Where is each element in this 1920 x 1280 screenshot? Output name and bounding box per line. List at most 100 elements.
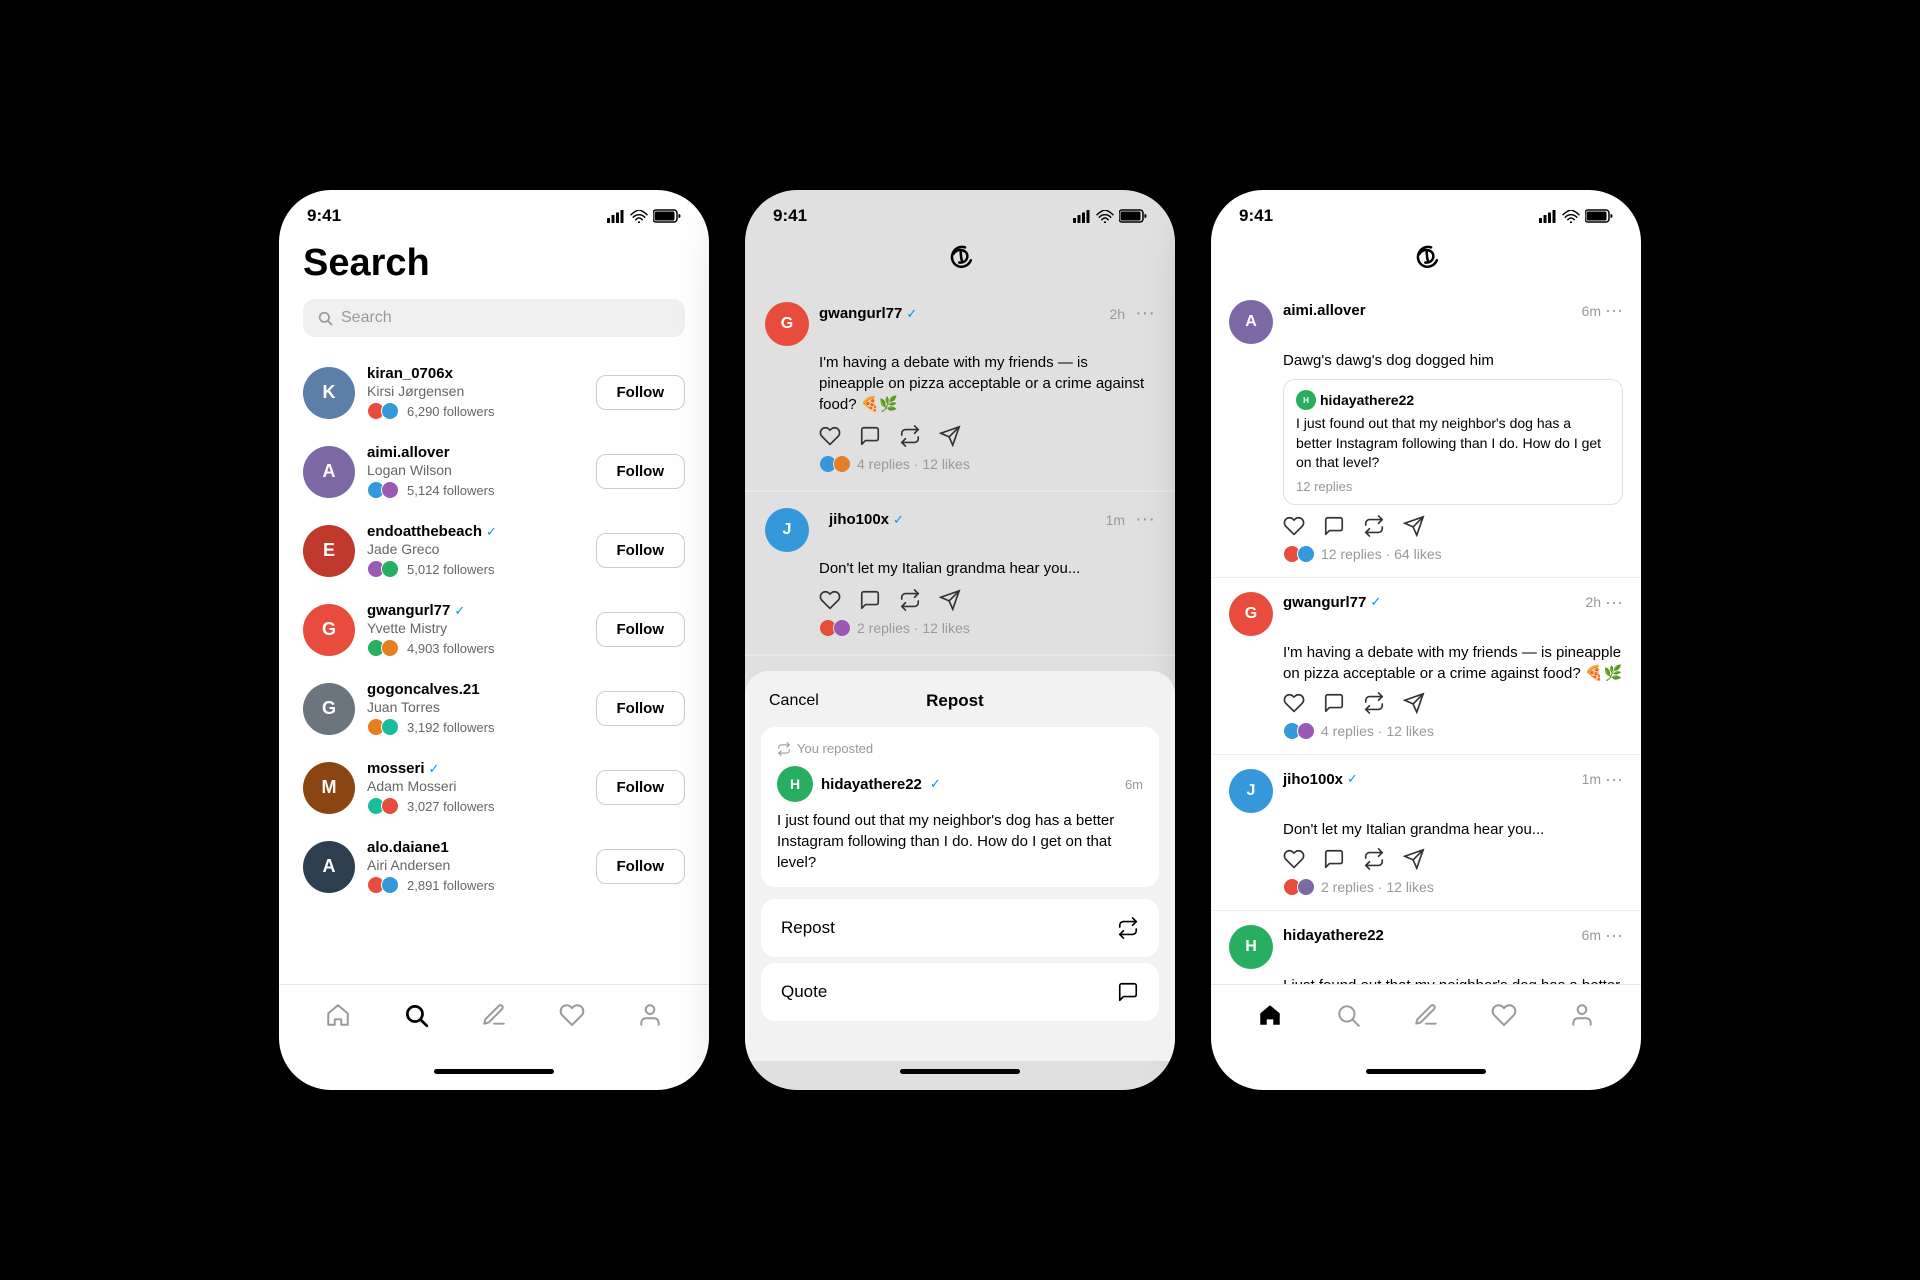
repost-btn-g[interactable] <box>899 425 921 447</box>
search-icon <box>317 310 333 326</box>
more-jiho-p3[interactable]: ··· <box>1605 769 1623 790</box>
repost-jiho-p3[interactable] <box>1363 848 1385 870</box>
more-gwang-p3[interactable]: ··· <box>1605 592 1623 613</box>
user-real-name-alo.daiane1: Airi Andersen <box>367 857 584 873</box>
user-name-mosseri: mosseri <box>367 760 425 777</box>
nav-search-3[interactable] <box>1330 997 1366 1033</box>
post-item-dim-1: G gwangurl77 ✓ 2h ··· I'm having a debat… <box>745 286 1175 490</box>
time-jiho-p3: 1m <box>1582 771 1601 787</box>
user-avatar-endoatthebeach: E <box>303 525 355 577</box>
like-btn-g[interactable] <box>819 425 841 447</box>
status-time-1: 9:41 <box>307 206 341 226</box>
user-item-aimi.allover: A aimi.allover Logan Wilson 5,124 follow… <box>279 432 709 511</box>
time-hida-p3: 6m <box>1582 927 1601 943</box>
nav-search[interactable] <box>398 997 434 1033</box>
user-info-mosseri: mosseri ✓ Adam Mosseri 3,027 followers <box>367 760 584 815</box>
stats-gwang-p3: 4 replies · 12 likes <box>1283 722 1623 740</box>
follow-button-aimi.allover[interactable]: Follow <box>596 454 686 489</box>
signal-icon-3 <box>1539 210 1557 223</box>
phone-feed-modal: 9:41 <box>745 190 1175 1090</box>
user-info-gogoncalves.21: gogoncalves.21 Juan Torres 3,192 followe… <box>367 681 584 736</box>
follow-button-kiran_0706x[interactable]: Follow <box>596 375 686 410</box>
post-more-g[interactable]: ··· <box>1135 302 1155 325</box>
user-name-endoatthebeach: endoatthebeach <box>367 523 482 540</box>
user-info-alo.daiane1: alo.daiane1 Airi Andersen 2,891 follower… <box>367 839 584 894</box>
repost-action-btn[interactable]: Repost <box>761 899 1159 957</box>
comment-jiho-p3[interactable] <box>1323 848 1345 870</box>
modal-post-avatar: H <box>777 766 813 802</box>
post-avatar-g: G <box>765 302 809 346</box>
follow-button-alo.daiane1[interactable]: Follow <box>596 849 686 884</box>
user-name-gogoncalves.21: gogoncalves.21 <box>367 681 480 698</box>
phone1-content: Search Search K kiran_0706x Kirsi J <box>279 234 709 984</box>
more-hida-p3[interactable]: ··· <box>1605 925 1623 946</box>
quote-action-btn[interactable]: Quote <box>761 963 1159 1021</box>
share-btn-j[interactable] <box>939 589 961 611</box>
follow-button-gwangurl77[interactable]: Follow <box>596 612 686 647</box>
more-aimi[interactable]: ··· <box>1605 300 1623 321</box>
share-jiho-p3[interactable] <box>1403 848 1425 870</box>
post-avatar-j: J <box>765 508 809 552</box>
verified-jiho-p3: ✓ <box>1347 771 1358 787</box>
repost-gwang-p3[interactable] <box>1363 692 1385 714</box>
text-hida-p3: I just found out that my neighbor's dog … <box>1283 975 1623 984</box>
stats-jiho-p3: 2 replies · 12 likes <box>1283 878 1623 896</box>
nav-home[interactable] <box>320 997 356 1033</box>
user-item-gwangurl77: G gwangurl77 ✓ Yvette Mistry 4,903 follo… <box>279 590 709 669</box>
follow-button-endoatthebeach[interactable]: Follow <box>596 533 686 568</box>
status-icons-1 <box>607 209 681 223</box>
home-indicator-3 <box>1366 1069 1486 1074</box>
share-btn-aimi[interactable] <box>1403 515 1425 537</box>
nav-likes[interactable] <box>554 997 590 1033</box>
share-btn-g[interactable] <box>939 425 961 447</box>
nav-likes-3[interactable] <box>1486 997 1522 1033</box>
modal-actions: Repost Quote <box>761 899 1159 1021</box>
nav-profile-3[interactable] <box>1564 997 1600 1033</box>
battery-icon <box>653 209 681 223</box>
like-btn-aimi[interactable] <box>1283 515 1305 537</box>
user-info-aimi.allover: aimi.allover Logan Wilson 5,124 follower… <box>367 444 584 499</box>
modal-cancel-btn[interactable]: Cancel <box>769 692 819 710</box>
repost-btn-j[interactable] <box>899 589 921 611</box>
post-text-g: I'm having a debate with my friends — is… <box>819 352 1155 415</box>
nav-home-3[interactable] <box>1252 997 1288 1033</box>
verified-g: ✓ <box>906 306 917 322</box>
post-p3-3: J jiho100x ✓ 1m ··· Don't let my Italian… <box>1211 755 1641 911</box>
nav-profile[interactable] <box>632 997 668 1033</box>
nav-compose[interactable] <box>476 997 512 1033</box>
avatar-hida-p3: H <box>1229 925 1273 969</box>
like-btn-j[interactable] <box>819 589 841 611</box>
wifi-icon-3 <box>1562 210 1580 223</box>
comment-btn-j[interactable] <box>859 589 881 611</box>
user-item-alo.daiane1: A alo.daiane1 Airi Andersen 2,891 follow… <box>279 827 709 906</box>
wifi-icon <box>630 210 648 223</box>
comment-gwang-p3[interactable] <box>1323 692 1345 714</box>
quoted-username: hidayathere22 <box>1320 392 1414 408</box>
user-info-gwangurl77: gwangurl77 ✓ Yvette Mistry 4,903 followe… <box>367 602 584 657</box>
nav-compose-3[interactable] <box>1408 997 1444 1033</box>
share-gwang-p3[interactable] <box>1403 692 1425 714</box>
post-more-j[interactable]: ··· <box>1135 508 1155 531</box>
stats-text-aimi: 12 replies · 64 likes <box>1321 546 1442 562</box>
status-icons-2 <box>1073 209 1147 223</box>
search-input-wrap[interactable]: Search <box>303 299 685 337</box>
phones-container: 9:41 <box>239 130 1681 1150</box>
comment-btn-g[interactable] <box>859 425 881 447</box>
user-avatar-kiran_0706x: K <box>303 367 355 419</box>
phone-feed-active: 9:41 <box>1211 190 1641 1090</box>
user-item-gogoncalves.21: G gogoncalves.21 Juan Torres 3,192 follo… <box>279 669 709 748</box>
user-name-kiran_0706x: kiran_0706x <box>367 365 453 382</box>
follower-count-kiran_0706x: 6,290 followers <box>407 404 494 419</box>
status-time-2: 9:41 <box>773 206 807 226</box>
bottom-nav-1 <box>279 984 709 1061</box>
status-bar-3: 9:41 <box>1211 190 1641 234</box>
post-text-j: Don't let my Italian grandma hear you... <box>819 558 1155 579</box>
follow-button-gogoncalves.21[interactable]: Follow <box>596 691 686 726</box>
mini-avatar-2 <box>381 402 399 420</box>
follow-button-mosseri[interactable]: Follow <box>596 770 686 805</box>
like-gwang-p3[interactable] <box>1283 692 1305 714</box>
comment-btn-aimi[interactable] <box>1323 515 1345 537</box>
like-jiho-p3[interactable] <box>1283 848 1305 870</box>
repost-btn-aimi[interactable] <box>1363 515 1385 537</box>
post-actions-j <box>819 589 1155 611</box>
